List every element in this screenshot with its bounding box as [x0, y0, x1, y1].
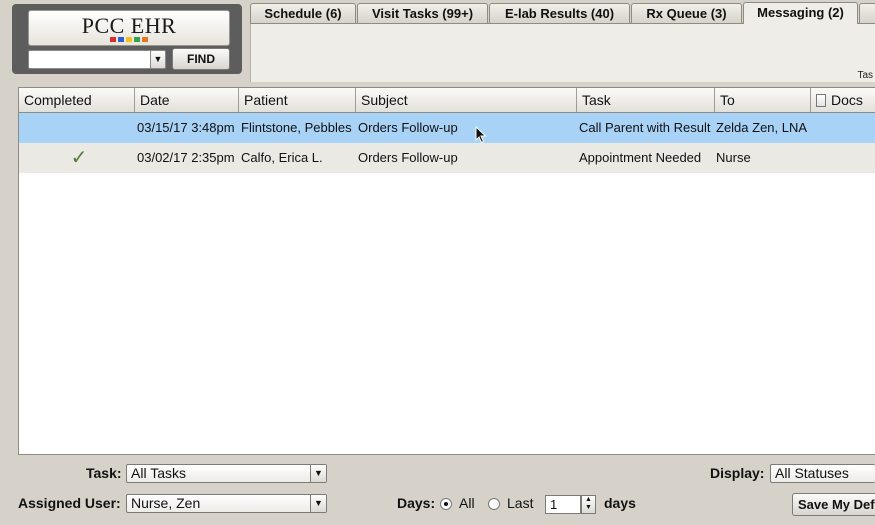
logo-stripe-green — [134, 37, 140, 42]
cell-date: 03/15/17 3:48pm — [137, 120, 235, 135]
logo-text: PCC EHR — [81, 13, 177, 38]
column-header-to[interactable]: To — [715, 88, 811, 112]
assigned-user-value: Nurse, Zen — [131, 495, 201, 511]
days-stepper[interactable]: ▲ ▼ — [581, 495, 596, 514]
tab-rx-queue[interactable]: Rx Queue (3) — [631, 3, 742, 23]
stepper-down-icon[interactable]: ▼ — [582, 504, 595, 512]
days-count-input[interactable]: 1 — [545, 495, 581, 514]
table-row[interactable]: ✓ 03/02/17 2:35pm Calfo, Erica L. Orders… — [19, 143, 875, 173]
column-header-task[interactable]: Task — [577, 88, 715, 112]
patient-find-input[interactable] — [28, 50, 166, 69]
cell-completed — [29, 113, 129, 143]
cell-date: 03/02/17 2:35pm — [137, 150, 235, 165]
completed-checkmark-icon: ✓ — [70, 147, 88, 169]
cell-subject: Orders Follow-up — [358, 120, 458, 135]
column-header-date[interactable]: Date — [135, 88, 239, 112]
assigned-user-select[interactable]: Nurse, Zen ▼ — [126, 494, 327, 513]
cell-docs — [813, 143, 873, 173]
cell-subject: Orders Follow-up — [358, 150, 458, 165]
assigned-user-label: Assigned User: — [18, 495, 121, 511]
document-icon — [816, 94, 826, 107]
task-filter-label: Task: — [86, 465, 122, 481]
column-header-docs-label: Docs — [831, 92, 863, 108]
chevron-down-icon: ▼ — [310, 495, 326, 512]
find-dropdown-button[interactable]: ▼ — [150, 50, 166, 69]
logo-stripe-orange — [142, 37, 148, 42]
task-filter-select[interactable]: All Tasks ▼ — [126, 464, 327, 483]
display-filter-label: Display: — [710, 465, 765, 481]
days-unit-label: days — [604, 495, 636, 511]
cell-to: Zelda Zen, LNA — [716, 120, 808, 135]
days-all-label: All — [459, 495, 475, 511]
save-defaults-button[interactable]: Save My Defaults — [792, 493, 875, 516]
column-header-patient[interactable]: Patient — [239, 88, 356, 112]
stepper-up-icon[interactable]: ▲ — [582, 496, 595, 504]
display-filter-select[interactable]: All Statuses — [770, 464, 875, 483]
column-header-docs[interactable]: Docs — [811, 88, 875, 112]
chevron-down-icon: ▼ — [153, 54, 163, 64]
tab-visit-tasks[interactable]: Visit Tasks (99+) — [357, 3, 488, 23]
logo-stripe-red — [110, 37, 116, 42]
table-row[interactable]: 03/15/17 3:48pm Flintstone, Pebbles Orde… — [19, 113, 875, 143]
days-label: Days: — [397, 495, 436, 511]
tab-overflow[interactable] — [859, 3, 875, 23]
tab-schedule[interactable]: Schedule (6) — [250, 3, 356, 23]
days-last-radio[interactable] — [488, 498, 500, 510]
table-header: Completed Date Patient Subject Task To D… — [19, 88, 875, 113]
column-header-completed[interactable]: Completed — [19, 88, 135, 112]
logo-stripe-blue — [118, 37, 124, 42]
logo-stripe-yellow — [126, 37, 132, 42]
logo-panel: PCC EHR ▼ FIND — [12, 4, 242, 74]
days-last-label: Last — [507, 495, 534, 511]
messaging-table[interactable]: Completed Date Patient Subject Task To D… — [18, 87, 875, 455]
cell-patient: Calfo, Erica L. — [241, 150, 323, 165]
tasks-label: Tas — [857, 70, 873, 81]
tab-panel — [250, 24, 875, 82]
cell-task: Call Parent with Result — [579, 120, 711, 135]
column-header-subject[interactable]: Subject — [356, 88, 577, 112]
days-all-radio[interactable] — [440, 498, 452, 510]
tab-messaging[interactable]: Messaging (2) — [743, 2, 858, 24]
display-filter-value: All Statuses — [775, 465, 849, 481]
cell-to: Nurse — [716, 150, 751, 165]
mouse-pointer-icon — [475, 126, 487, 144]
pcc-ehr-logo[interactable]: PCC EHR — [28, 10, 230, 46]
logo-stripe — [29, 37, 229, 42]
chevron-down-icon: ▼ — [310, 465, 326, 482]
cell-docs — [813, 113, 873, 143]
task-filter-value: All Tasks — [131, 465, 186, 481]
cell-task: Appointment Needed — [579, 150, 702, 165]
tab-elab-results[interactable]: E-lab Results (40) — [489, 3, 630, 23]
find-button[interactable]: FIND — [172, 48, 230, 70]
cell-patient: Flintstone, Pebbles — [241, 120, 352, 135]
